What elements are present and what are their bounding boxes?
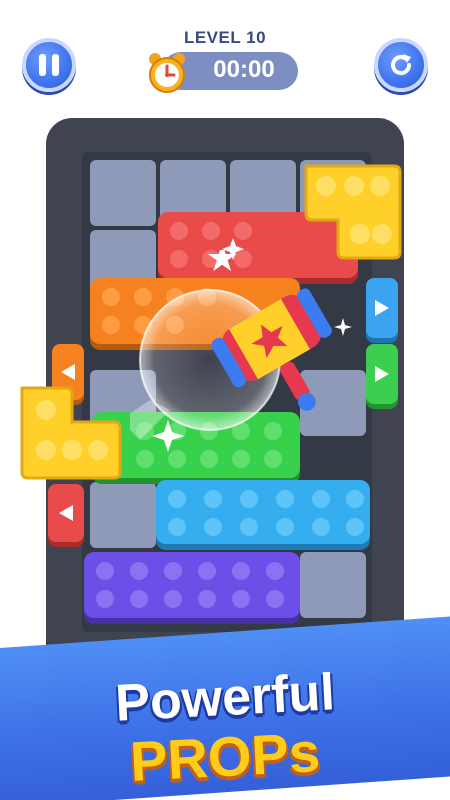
restart-icon (391, 54, 412, 75)
purple-brick[interactable] (84, 552, 300, 618)
arrow-left-icon (61, 364, 75, 380)
restart-button[interactable] (374, 38, 428, 92)
sparkle-star-icon (334, 318, 352, 336)
pause-icon (36, 54, 62, 76)
sparkle-star-icon (222, 238, 244, 260)
green-exit-arrow[interactable] (366, 344, 398, 404)
game-screen: LEVEL 10 00:00 Powerful PROPs (0, 0, 450, 800)
yellow-brick-left[interactable] (14, 380, 126, 484)
yellow-brick-top-right[interactable] (298, 160, 406, 264)
arrow-left-icon (59, 505, 73, 521)
timer-display: 00:00 (213, 56, 275, 83)
arrow-right-icon (375, 300, 389, 316)
blue-exit-arrow[interactable] (366, 278, 398, 338)
red-exit-arrow[interactable] (48, 484, 84, 542)
light-blue-brick[interactable] (156, 480, 370, 544)
alarm-clock-icon (149, 53, 185, 93)
sparkle-star-icon (152, 420, 184, 452)
arrow-right-icon (375, 366, 389, 382)
